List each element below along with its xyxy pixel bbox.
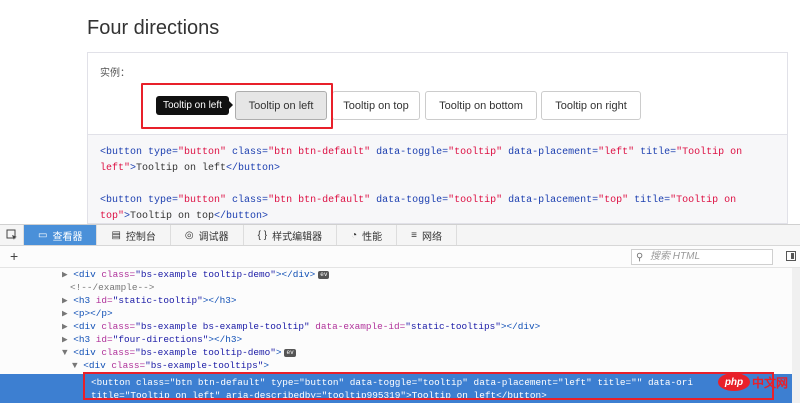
performance-icon: ◔ (351, 229, 358, 241)
highlight-box-bottom (83, 372, 774, 400)
network-icon: ≡ (411, 229, 417, 241)
tab-console[interactable]: ▤ 控制台 (97, 225, 171, 245)
tab-network[interactable]: ≡ 网络 (397, 225, 457, 245)
section-title: Four directions (87, 17, 220, 39)
tooltip-bottom-button[interactable]: Tooltip on bottom (425, 91, 537, 120)
sidebar-toggle-icon[interactable] (786, 251, 796, 261)
tab-inspector[interactable]: ▭ 查看器 (24, 225, 98, 245)
code-line: <button type="button" class="btn btn-def… (100, 147, 743, 158)
tree-node[interactable]: ▼ <div class="bs-example-tooltips"> (72, 359, 269, 372)
page-scrollbar[interactable] (788, 0, 800, 224)
code-line: left">Tooltip on left</button> (100, 163, 281, 174)
docs-page: Four directions 实例： Tooltip on left Tool… (0, 0, 800, 224)
console-icon: ▤ (111, 229, 121, 241)
tab-label: 查看器 (52, 231, 83, 243)
tab-label: 网络 (422, 231, 442, 243)
watermark: php 中文网 (718, 373, 788, 391)
style-editor-icon: { } (257, 229, 268, 241)
code-line: top">Tooltip on top</button> (100, 211, 269, 222)
tab-performance[interactable]: ◔ 性能 (337, 225, 398, 245)
tree-node[interactable]: ▶ <p></p> (62, 307, 113, 320)
search-placeholder: 搜索 HTML (650, 251, 700, 262)
event-badge[interactable]: ev (284, 348, 296, 357)
tooltip-top-button[interactable]: Tooltip on top (332, 91, 420, 120)
example-label: 实例： (100, 68, 130, 79)
tab-debugger[interactable]: ◎ 调试器 (171, 225, 244, 245)
tab-label: 控制台 (125, 231, 156, 243)
tree-node[interactable]: <!--/example--> (70, 281, 154, 294)
search-icon: ⚲ (636, 252, 644, 263)
tab-label: 样式编辑器 (272, 231, 323, 243)
tree-node[interactable]: ▶ <h3 id="four-directions"></h3> (62, 333, 242, 346)
tree-node[interactable]: ▼ <div class="bs-example tooltip-demo"> e… (62, 346, 296, 359)
code-line: <button type="button" class="btn btn-def… (100, 195, 737, 206)
watermark-text: 中文网 (752, 375, 789, 390)
tree-node[interactable]: ▶ <div class="bs-example tooltip-demo"><… (62, 268, 330, 281)
add-node-button[interactable]: + (10, 248, 18, 264)
tab-style-editor[interactable]: { } 样式编辑器 (244, 225, 338, 245)
tab-label: 调试器 (198, 231, 229, 243)
code-example: <button type="button" class="btn btn-def… (87, 134, 788, 224)
debugger-icon: ◎ (184, 229, 194, 241)
tab-label: 性能 (362, 231, 383, 243)
inspector-icon: ▭ (38, 229, 48, 241)
tree-node[interactable]: ▶ <h3 id="static-tooltip"></h3> (62, 294, 236, 307)
event-badge[interactable]: ev (318, 270, 330, 279)
tree-node[interactable]: ▶ <div class="bs-example bs-example-tool… (62, 320, 540, 333)
inspector-subbar: + ⚲ 搜索 HTML (0, 246, 800, 268)
devtools-toolbar: ▭ 查看器 ▤ 控制台 ◎ 调试器 { } 样式编辑器 ◔ 性能 ≡ 网络 (0, 225, 800, 246)
devtools-scrollbar[interactable] (792, 268, 800, 403)
search-html-input[interactable]: ⚲ 搜索 HTML (631, 249, 773, 265)
php-logo: php (718, 373, 750, 391)
tooltip-right-button[interactable]: Tooltip on right (541, 91, 641, 120)
element-picker-icon[interactable] (0, 225, 24, 245)
highlight-box-top (141, 83, 333, 129)
